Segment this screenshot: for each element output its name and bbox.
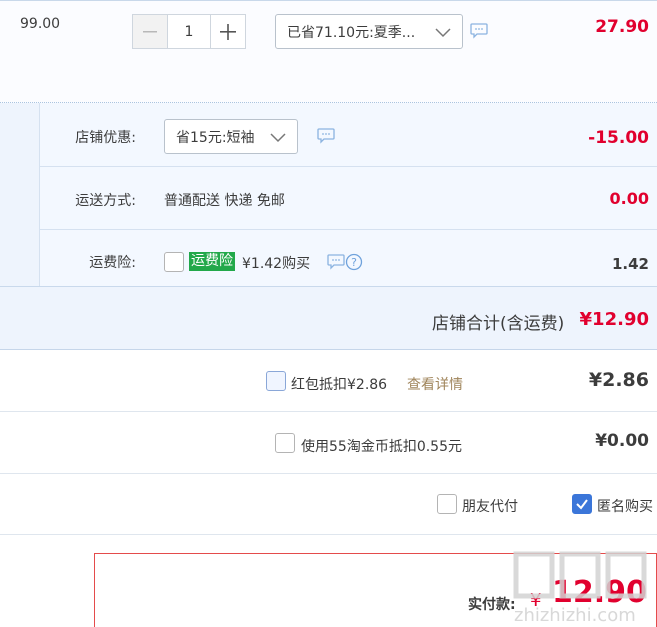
unit-price: 99.00: [20, 16, 61, 32]
taojinbi-amount: ¥0.00: [595, 431, 649, 451]
insurance-tag: 运费险: [189, 252, 235, 271]
shipping-label: 运送方式:: [75, 193, 136, 209]
redpacket-checkbox[interactable]: [266, 371, 286, 391]
item-subtotal: 27.90: [595, 17, 649, 37]
redpacket-details-link[interactable]: 查看详情: [407, 374, 463, 394]
taojinbi-label: 使用55淘金币抵扣0.55元: [301, 439, 462, 455]
watermark-logo: [513, 551, 647, 599]
item-promo-select[interactable]: 已省71.10元:夏季...: [275, 14, 463, 49]
item-promo-value: 已省71.10元:夏季...: [287, 24, 416, 41]
shipping-amount: 0.00: [609, 189, 649, 208]
redpacket-amount: ¥2.86: [588, 369, 649, 391]
shop-discount-select[interactable]: 省15元:短袖: [164, 119, 298, 154]
divider: [0, 411, 657, 412]
insurance-price: ¥1.42购买: [242, 256, 311, 272]
taojinbi-checkbox[interactable]: [275, 433, 295, 453]
watermark-text: zhizhizhi.com: [514, 605, 636, 626]
anonymous-checkbox[interactable]: [572, 494, 592, 514]
shop-total-amount: ¥12.90: [579, 309, 649, 330]
insurance-label: 运费险:: [89, 255, 136, 271]
quantity-input[interactable]: 1: [168, 14, 210, 49]
anonymous-label: 匿名购买: [597, 499, 653, 515]
redpacket-label: 红包抵扣¥2.86: [291, 377, 388, 393]
friend-pay-label: 朋友代付: [462, 499, 518, 515]
chevron-down-icon: [270, 133, 286, 143]
shop-discount-value: 省15元:短袖: [176, 129, 255, 146]
divider: [40, 229, 657, 230]
help-icon[interactable]: ?: [345, 253, 363, 271]
plus-icon: [220, 23, 236, 40]
shipping-method: 普通配送 快递 免邮: [164, 193, 285, 209]
message-icon[interactable]: [327, 254, 345, 270]
shop-total-label: 店铺合计(含运费): [432, 314, 565, 334]
message-icon[interactable]: [317, 128, 335, 144]
insurance-checkbox[interactable]: [164, 252, 184, 272]
minus-icon: [143, 30, 157, 32]
increase-button[interactable]: [210, 14, 246, 49]
friend-pay-checkbox[interactable]: [437, 494, 457, 514]
message-icon[interactable]: [470, 23, 488, 39]
divider: [0, 286, 657, 287]
divider: [40, 166, 657, 167]
divider: [0, 473, 657, 474]
shop-discount-label: 店铺优惠:: [75, 130, 136, 146]
shop-discount-amount: -15.00: [588, 128, 649, 148]
quantity-stepper: 1: [132, 14, 246, 49]
divider: [0, 534, 657, 535]
chevron-down-icon: [435, 28, 451, 38]
svg-text:?: ?: [351, 256, 357, 269]
check-icon: [576, 499, 588, 510]
decrease-button[interactable]: [132, 14, 168, 49]
insurance-amount: 1.42: [611, 255, 649, 273]
